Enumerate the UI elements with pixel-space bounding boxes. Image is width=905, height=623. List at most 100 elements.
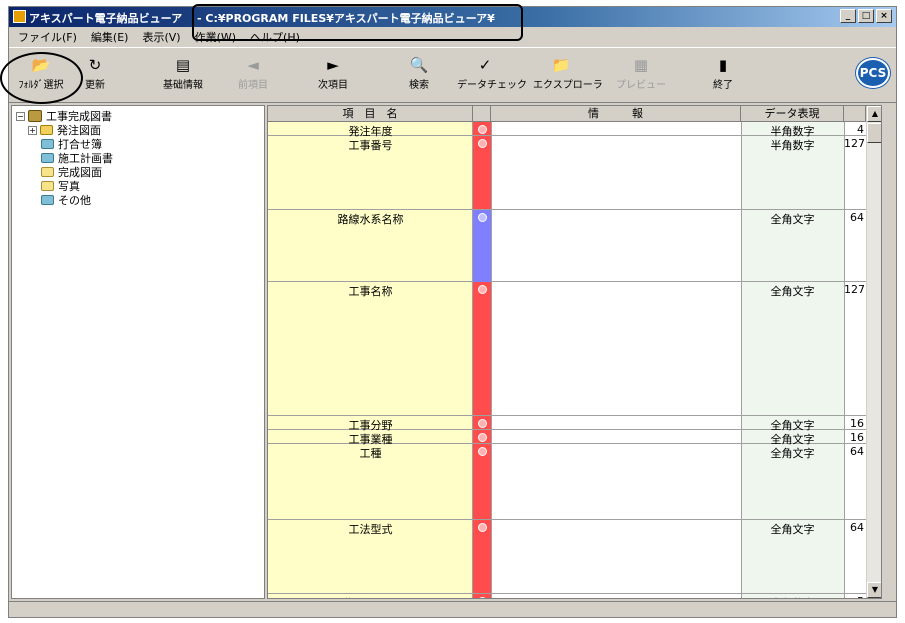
minimize-button[interactable]: _: [840, 9, 856, 23]
tree-item[interactable]: 完成図面: [41, 165, 102, 179]
refresh-icon: ↻: [88, 56, 102, 74]
required-mark-cell: [473, 430, 491, 444]
table-row[interactable]: 路線水系名称 全角文字 64: [268, 210, 866, 282]
toolbar: PCS 📂 ﾌｫﾙﾀﾞ選択 ↻ 更新 ▤ 基础情報 ◄ 前項目 ► 次項目 🔍 検索 ✓ データチェック 📁…: [9, 47, 896, 103]
length-cell: 64: [850, 445, 864, 458]
required-dot-icon: [478, 523, 487, 532]
expand-icon[interactable]: +: [28, 125, 37, 135]
preview-icon: ▦: [633, 56, 649, 74]
menu-file[interactable]: ファイル(F): [11, 27, 84, 45]
data-type-cell: 全角文字: [770, 523, 815, 536]
item-name-cell: 路線水系名称: [337, 213, 404, 226]
item-name-cell: 工事名称: [348, 285, 393, 298]
length-cell: 16: [850, 417, 864, 430]
table-row[interactable]: 工法型式 全角文字 64: [268, 520, 866, 594]
toolbar-button-label: エクスプローラ: [533, 80, 603, 91]
toolbar-button-6[interactable]: ✓ データチェック: [457, 52, 527, 98]
table-row[interactable]: 工種 全角文字 64: [268, 444, 866, 520]
table-row[interactable]: 工事分野 全角文字 16: [268, 416, 866, 432]
table-row[interactable]: 工事番号 半角数字 127: [268, 136, 866, 210]
required-dot-icon: [478, 433, 487, 442]
tree-root[interactable]: − 工事完成図書: [16, 109, 112, 123]
toolbar-button-8[interactable]: ▦ プレビュー: [613, 52, 669, 98]
toolbar-button-7[interactable]: 📁 エクスプローラ: [533, 52, 603, 98]
tree-item[interactable]: 写真: [41, 179, 80, 193]
annotation-circle: [0, 52, 83, 104]
tree-item[interactable]: 打合せ簿: [41, 137, 102, 151]
required-mark-cell: [473, 210, 491, 282]
table-row[interactable]: 住所コード 半角数字5: [268, 594, 866, 598]
folder-icon: [41, 153, 54, 163]
scroll-up-button[interactable]: ▲: [867, 106, 881, 122]
header-info[interactable]: 情 報: [491, 106, 741, 122]
required-dot-icon: [478, 447, 487, 456]
data-grid: 項 目 名 情 報 データ表現 発注年度 半角数字 4 工事番号 半角数字 127 路線水系…: [267, 105, 882, 599]
toolbar-button-9[interactable]: ▮ 終了: [695, 52, 751, 98]
prev-icon: ◄: [247, 56, 259, 74]
menu-view[interactable]: 表示(V): [135, 27, 187, 45]
table-row[interactable]: 工事名称 全角文字 127: [268, 282, 866, 416]
required-mark-cell: [473, 282, 491, 416]
length-cell: 16: [850, 431, 864, 444]
annotation-rectangle: [192, 4, 523, 41]
length-cell: 4: [857, 123, 864, 136]
required-mark-cell: [473, 122, 491, 136]
required-mark-cell: [473, 444, 491, 520]
data-type-cell: 半角数字: [770, 139, 815, 152]
scroll-down-button[interactable]: ▼: [867, 582, 881, 598]
toolbar-button-2[interactable]: ▤ 基础情報: [155, 52, 211, 98]
toolbar-button-5[interactable]: 🔍 検索: [391, 52, 447, 98]
toolbar-button-label: 検索: [409, 80, 429, 91]
header-mark[interactable]: [473, 106, 491, 122]
tree-item-label: その他: [58, 194, 91, 207]
vertical-scrollbar[interactable]: ▲ ▼: [866, 106, 881, 598]
table-row[interactable]: 工事業種 全角文字 16: [268, 430, 866, 446]
folder-icon: [41, 195, 54, 205]
header-length[interactable]: [844, 106, 866, 122]
header-item-name[interactable]: 項 目 名: [268, 106, 473, 122]
item-name-cell: 住所コード: [268, 595, 473, 598]
toolbar-button-label: プレビュー: [616, 80, 666, 91]
app-icon: [13, 10, 26, 23]
grid-header: 項 目 名 情 報 データ表現: [268, 106, 881, 122]
required-mark-cell: [473, 136, 491, 210]
data-type-cell: 全角文字: [770, 285, 815, 298]
required-dot-icon: [478, 139, 487, 148]
required-dot-icon: [478, 419, 487, 428]
toolbar-button-3[interactable]: ◄ 前項目: [225, 52, 281, 98]
required-dot-icon: [478, 597, 487, 598]
toolbar-button-label: 次項目: [318, 80, 348, 91]
required-mark-cell: [473, 594, 491, 598]
maximize-button[interactable]: □: [858, 9, 874, 23]
scroll-thumb[interactable]: [867, 123, 881, 143]
status-bar: [9, 601, 896, 617]
data-type-cell: 全角文字: [770, 213, 815, 226]
tree-item[interactable]: + 発注図面: [28, 123, 101, 137]
folder-tree[interactable]: − 工事完成図書 + 発注図面 打合せ簿 施工計画書 完成図面 写真 その他: [11, 105, 265, 599]
collapse-icon[interactable]: −: [16, 111, 25, 121]
tree-item[interactable]: その他: [41, 193, 91, 207]
optional-mark-highlight: [473, 210, 491, 282]
required-mark-cell: [473, 416, 491, 430]
length-cell: 5: [844, 595, 864, 598]
info-icon: ▤: [175, 56, 191, 74]
menu-edit[interactable]: 編集(E): [84, 27, 136, 45]
toolbar-button-4[interactable]: ► 次項目: [305, 52, 361, 98]
pcs-logo: PCS: [856, 58, 890, 88]
folder-icon: [41, 139, 54, 149]
table-row[interactable]: 発注年度 半角数字 4: [268, 122, 866, 138]
app-window: アキスパート電子納品ビューア - C:¥PROGRAM FILES¥アキスパート…: [8, 6, 897, 618]
item-name-cell: 工法型式: [348, 523, 393, 536]
item-name-cell: 工種: [359, 447, 382, 460]
header-data-type[interactable]: データ表現: [741, 106, 844, 122]
tree-item[interactable]: 施工計画書: [41, 151, 113, 165]
explorer-icon: 📁: [551, 56, 571, 74]
required-dot-icon: [478, 285, 487, 294]
toolbar-button-label: データチェック: [457, 80, 527, 91]
close-button[interactable]: ×: [876, 9, 892, 23]
length-cell: 64: [850, 211, 864, 224]
toolbar-button-label: 前項目: [238, 80, 268, 91]
data-type-cell: 半角数字: [741, 595, 844, 598]
data-check-icon: ✓: [478, 56, 492, 74]
window-title: アキスパート電子納品ビューア: [29, 12, 183, 25]
